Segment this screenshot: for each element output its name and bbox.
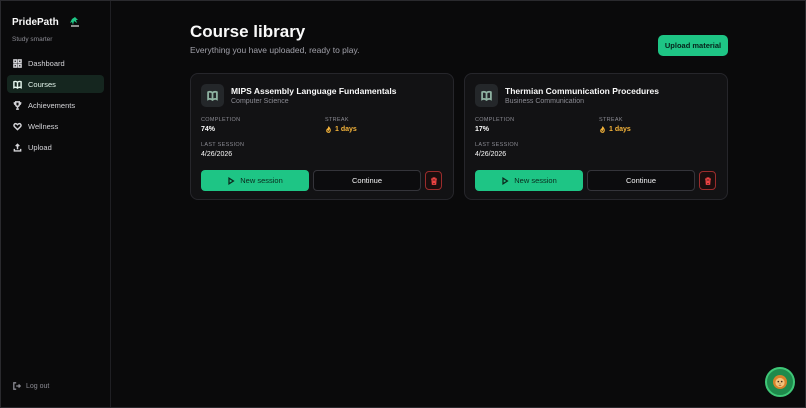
- flame-icon: [600, 126, 605, 133]
- sidebar-item-label: Upload: [28, 142, 52, 152]
- sidebar-item-label: Courses: [28, 79, 56, 89]
- brand[interactable]: PridePath: [12, 16, 81, 28]
- sidebar-item-label: Wellness: [28, 121, 59, 131]
- streak-label: STREAK: [325, 117, 349, 123]
- new-session-button[interactable]: New session: [475, 170, 583, 191]
- trash-icon: [704, 176, 711, 185]
- course-category: Computer Science: [231, 98, 289, 105]
- course-card: Thermian Communication Procedures Busine…: [464, 73, 728, 200]
- completion-value: 74%: [201, 126, 216, 133]
- mascot-assistant-button[interactable]: [765, 367, 795, 397]
- book-icon: [481, 90, 492, 101]
- course-category: Business Communication: [505, 98, 584, 105]
- sidebar-item-courses[interactable]: Courses: [7, 75, 104, 93]
- last-session-label: LAST SESSION: [201, 142, 245, 148]
- play-icon: [502, 176, 509, 185]
- lion-mascot-icon: [773, 375, 787, 389]
- new-session-button[interactable]: New session: [201, 170, 309, 191]
- completion-value: 17%: [475, 126, 490, 133]
- delete-course-button[interactable]: [425, 171, 442, 190]
- continue-button[interactable]: Continue: [313, 170, 421, 191]
- heart-icon: [13, 122, 22, 131]
- sidebar-item-label: Achievements: [28, 100, 76, 110]
- page-subtitle: Everything you have uploaded, ready to p…: [190, 45, 360, 55]
- flame-icon: [326, 126, 331, 133]
- completion-label: COMPLETION: [475, 117, 515, 123]
- course-title: Thermian Communication Procedures: [505, 86, 659, 96]
- sidebar: PridePath Study smarter Dashboard Course…: [1, 1, 111, 407]
- streak-text: 1 days: [609, 126, 631, 133]
- dashboard-icon: [13, 58, 22, 68]
- streak-value: 1 days: [599, 126, 631, 133]
- sidebar-item-upload[interactable]: Upload: [7, 138, 104, 156]
- completion-label: COMPLETION: [201, 117, 241, 123]
- streak-text: 1 days: [335, 126, 357, 133]
- lion-logo-icon: [69, 17, 79, 27]
- logout-icon: [13, 382, 21, 390]
- continue-button[interactable]: Continue: [587, 170, 695, 191]
- course-card: MIPS Assembly Language Fundamentals Comp…: [190, 73, 454, 200]
- page-title: Course library: [190, 22, 306, 41]
- logout-label: Log out: [26, 382, 50, 390]
- new-session-label: New session: [514, 176, 557, 185]
- brand-name: PridePath: [12, 16, 59, 28]
- sidebar-item-wellness[interactable]: Wellness: [7, 117, 104, 135]
- course-title: MIPS Assembly Language Fundamentals: [231, 86, 397, 96]
- sidebar-nav: Dashboard Courses Achievements Wellness …: [7, 54, 104, 159]
- last-session-value: 4/26/2026: [475, 151, 507, 158]
- upload-material-button[interactable]: Upload material: [658, 35, 728, 56]
- streak-value: 1 days: [325, 126, 357, 133]
- book-icon: [13, 80, 22, 89]
- upload-icon: [13, 142, 22, 152]
- sidebar-item-dashboard[interactable]: Dashboard: [7, 54, 104, 72]
- sidebar-item-label: Dashboard: [28, 58, 65, 68]
- last-session-value: 4/26/2026: [201, 151, 233, 158]
- logout-button[interactable]: Log out: [13, 382, 49, 390]
- trophy-icon: [13, 100, 22, 110]
- sidebar-item-achievements[interactable]: Achievements: [7, 96, 104, 114]
- trash-icon: [430, 176, 437, 185]
- last-session-label: LAST SESSION: [475, 142, 519, 148]
- play-icon: [228, 176, 235, 185]
- course-icon: [201, 84, 224, 107]
- book-icon: [207, 90, 218, 101]
- course-icon: [475, 84, 498, 107]
- new-session-label: New session: [240, 176, 283, 185]
- streak-label: STREAK: [599, 117, 623, 123]
- delete-course-button[interactable]: [699, 171, 716, 190]
- brand-tagline: Study smarter: [12, 36, 53, 43]
